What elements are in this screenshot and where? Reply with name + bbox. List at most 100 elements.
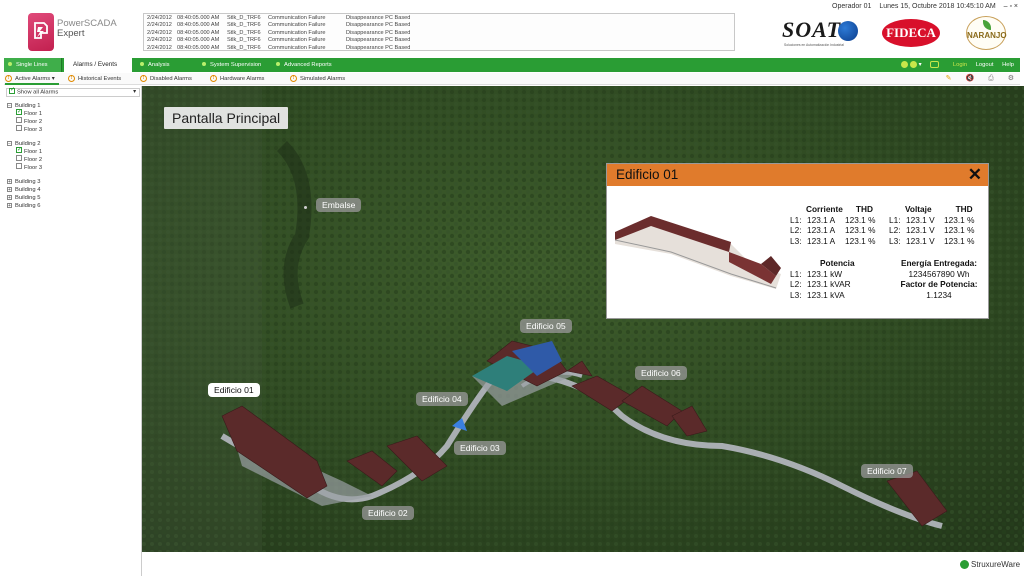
collapse-icon[interactable]: − [7, 140, 12, 146]
operator-name: Operador 01 [832, 3, 872, 10]
floor-checkbox[interactable] [16, 125, 22, 132]
alarm-log-cell: Communication Failure [268, 22, 326, 29]
alarm-log-row[interactable]: 2/24/2012 08:40:05.000 AM Stlk_D_TRF6 Commu… [147, 44, 731, 51]
gear-icon[interactable]: ⚙ [1008, 74, 1014, 82]
alarm-filter-select[interactable]: Show all Alarms ▾ [6, 87, 140, 97]
tree-building[interactable]: + Building 3 [7, 178, 42, 186]
tree-floor-label: Floor 1 [24, 149, 43, 155]
forward-icon[interactable] [909, 60, 917, 68]
tab-advanced-reports[interactable]: Advanced Reports [272, 58, 352, 72]
tab-system-supervision[interactable]: System Supervision [198, 58, 270, 72]
alarm-log-cell: Communication Failure [268, 15, 326, 21]
building-label-e02[interactable]: Edificio 02 [362, 506, 414, 520]
alarm-log-row[interactable]: 2/24/2012 08:40:05.000 AM Stlk_D_TRF6 Commu… [147, 30, 731, 37]
measure-cell: 123.1 kVAR [807, 279, 851, 289]
back-icon[interactable] [900, 60, 908, 68]
silence-icon[interactable]: 🔇 [965, 74, 974, 82]
tree-floor[interactable]: Floor 3 [7, 125, 42, 134]
alarm-log-cell: Communication Failure [268, 37, 326, 44]
tab-label: Single Lines [16, 62, 48, 68]
subtab-disabled-alarms[interactable]: ! Disabled Alarms [140, 73, 192, 85]
alarm-log-row[interactable]: 2/24/2012 08:40:05.000 AM Stlk_D_TRF6 Commu… [147, 22, 731, 29]
potencia-block: Potencia L1: 123.1 kW L2: 123.1 kVAR L3: 123.… [790, 258, 867, 300]
floor-checkbox[interactable] [16, 146, 22, 154]
chevron-down-icon[interactable]: ▾ [133, 89, 136, 96]
toolbar-icons: ✎ 🔇 ⎙ ⚙ [934, 74, 1014, 83]
energia-header: Energía Entregada: [900, 258, 978, 268]
subtab-active-alarms[interactable]: ! Active Alarms ▾ [5, 73, 59, 85]
floor-checkbox[interactable] [16, 155, 22, 162]
tab-analysis[interactable]: Analysis [136, 58, 196, 72]
floor-checkbox[interactable] [16, 163, 22, 170]
embalse-label[interactable]: Embalse [316, 198, 362, 212]
alarm-log-row[interactable]: 2/24/2012 08:40:05.000 AM Stlk_D_TRF6 Commu… [147, 15, 731, 22]
help-link[interactable]: Help [1002, 62, 1014, 68]
subtab-historical-events[interactable]: ! Historical Events [68, 73, 121, 85]
tree-building[interactable]: − Building 2 [7, 140, 42, 148]
tree-floor[interactable]: Floor 2 [7, 117, 42, 126]
tab-label: Analysis [148, 62, 170, 68]
print-icon[interactable]: ⎙ [988, 75, 994, 83]
tree-building-label: Building 5 [15, 195, 41, 201]
building-tree: −Building 1Floor 1Floor 2Floor 3−Buildin… [7, 102, 42, 210]
floor-checkbox[interactable] [16, 117, 22, 124]
measure-row: L1: 123.1 kW [790, 269, 867, 280]
tree-floor[interactable]: Floor 1 [7, 146, 43, 156]
tree-floor[interactable]: Floor 1 [7, 108, 43, 118]
subtab-simulated-alarms[interactable]: ! Simulated Alarms [290, 73, 345, 85]
tab-single-lines[interactable]: Single Lines [4, 58, 62, 72]
tab-label: System Supervision [210, 62, 262, 68]
expand-icon[interactable]: + [7, 186, 12, 192]
measure-row: L2: 123.1 A 123.1 % [790, 225, 885, 236]
subtab-hardware-alarms[interactable]: ! Hardware Alarms [210, 73, 264, 85]
collapse-icon[interactable]: − [7, 102, 12, 108]
main-nav-bar: Single Lines Alarms / Events Analysis Sy… [4, 58, 1020, 72]
alarm-banner-log[interactable]: 2/24/2012 08:40:05.000 AM Stlk_D_TRF6 Commu… [143, 13, 735, 51]
expand-icon[interactable]: + [7, 194, 12, 200]
tree-building[interactable]: − Building 1 [7, 102, 42, 110]
building-label-e06[interactable]: Edificio 06 [635, 366, 687, 380]
tree-building[interactable]: + Building 6 [7, 202, 42, 210]
building-label-e05[interactable]: Edificio 05 [520, 319, 572, 333]
tree-floor-label: Floor 1 [24, 111, 43, 117]
alert-icon: ! [210, 74, 217, 82]
measure-cell: 123.1 % [944, 225, 975, 235]
measure-cell: L3: [790, 235, 802, 246]
building-label-e01[interactable]: Edificio 01 [208, 383, 260, 397]
filter-checkbox[interactable] [9, 87, 15, 94]
alarm-log-cell: Disappearance PC Based [346, 37, 411, 44]
alarm-log-cell: 2/24/2012 [147, 44, 172, 51]
alarm-log-row[interactable]: 2/24/2012 08:40:05.000 AM Stlk_D_TRF6 Commu… [147, 37, 731, 44]
expand-icon[interactable]: + [7, 178, 12, 184]
tree-floor[interactable]: Floor 2 [7, 155, 42, 164]
datetime: Lunes 15, Octubre 2018 10:45:10 AM [879, 3, 996, 10]
alert-icon: ! [290, 74, 297, 82]
close-icon[interactable]: ✕ [968, 164, 982, 186]
logout-link[interactable]: Logout [976, 62, 994, 68]
status-dot-icon [202, 62, 206, 67]
building-label-e07[interactable]: Edificio 07 [861, 464, 913, 478]
building-label-e04[interactable]: Edificio 04 [416, 392, 468, 406]
floor-checkbox[interactable] [16, 108, 22, 116]
dropdown-icon[interactable]: ▾ [919, 62, 922, 68]
leaf-icon [983, 20, 991, 30]
acknowledge-icon[interactable]: ✎ [946, 74, 952, 82]
tree-building[interactable]: + Building 5 [7, 194, 42, 202]
page-title: Pantalla Principal [164, 107, 289, 129]
window-controls[interactable]: – ▫ × [1004, 3, 1018, 10]
tab-alarms-events[interactable]: Alarms / Events [64, 58, 132, 72]
tree-floor[interactable]: Floor 3 [7, 163, 42, 172]
monitor-icon[interactable] [930, 60, 940, 68]
measure-cell: 123.1 kVA [807, 289, 845, 300]
voltaje-block: Voltaje THD L1: 123.1 V 123.1 % L2: 123.1 V 12… [889, 204, 984, 246]
aerial-map-image [142, 86, 1024, 552]
measure-cell: 123.1 % [845, 225, 876, 235]
chevron-down-icon[interactable]: ▾ [52, 76, 55, 82]
measure-cell: 123.1 V [906, 235, 935, 246]
building-label-e03[interactable]: Edificio 03 [454, 441, 506, 455]
tree-building[interactable]: + Building 4 [7, 186, 42, 194]
login-link[interactable]: Login [953, 62, 967, 68]
expand-icon[interactable]: + [7, 202, 12, 208]
soati-subtitle: Soluciones en Automatización Industrial [784, 43, 844, 47]
popup-title: Edificio 01 [616, 167, 679, 182]
